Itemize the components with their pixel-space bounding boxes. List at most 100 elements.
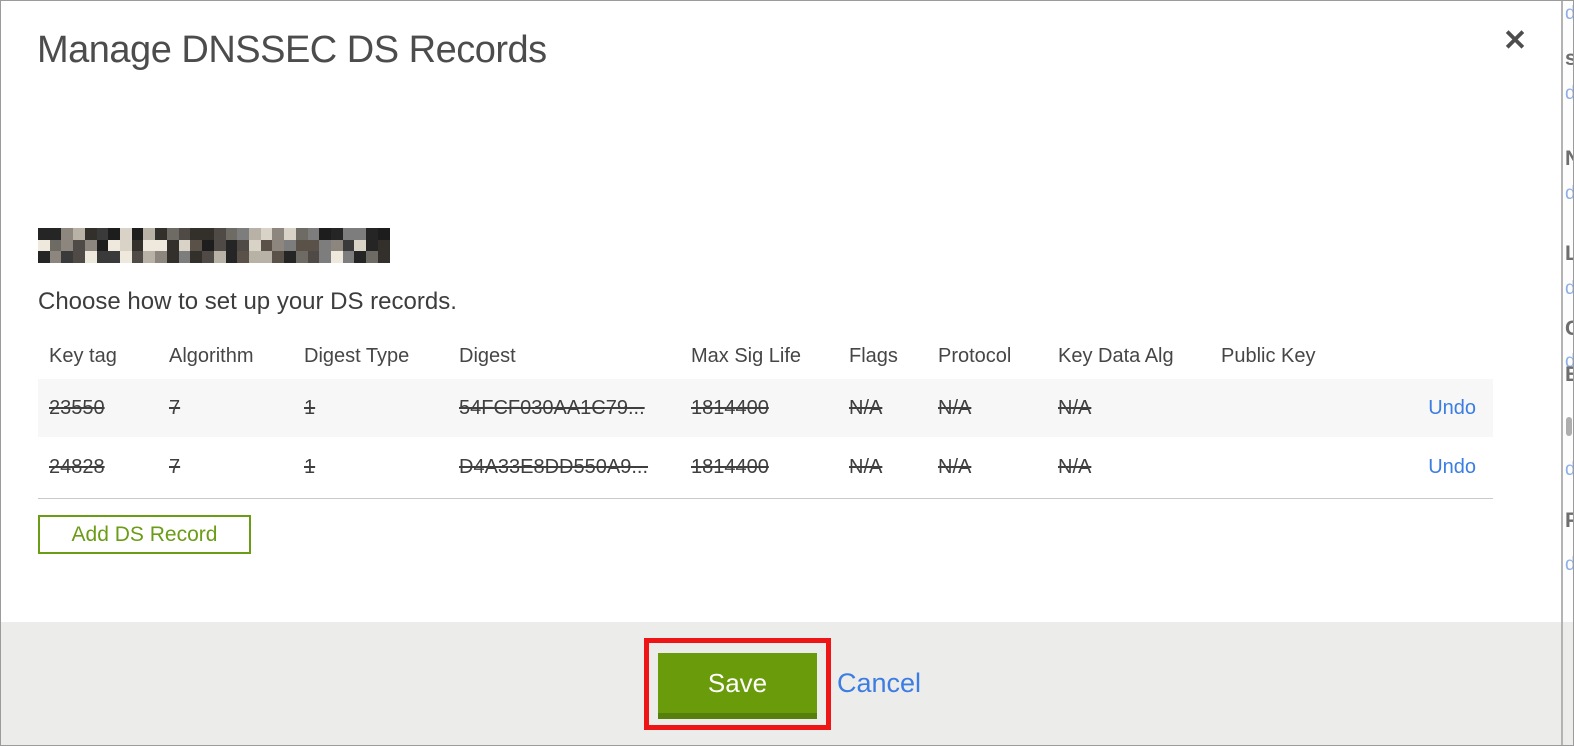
redaction-pixel: [155, 228, 167, 240]
redaction-pixel: [190, 251, 203, 263]
redaction-pixel: [38, 239, 50, 252]
redaction-pixel: [307, 228, 320, 240]
redaction-pixel: [38, 251, 50, 263]
redaction-pixel: [96, 239, 109, 252]
cell-key-data-alg: N/A: [1058, 396, 1092, 419]
redaction-pixel: [73, 251, 85, 263]
redaction-pixel: [354, 239, 367, 252]
redaction-pixel: [330, 239, 343, 252]
background-text-fragment: P: [1565, 509, 1573, 533]
redaction-pixel: [61, 228, 74, 240]
cell-flags: N/A: [849, 456, 883, 478]
dnssec-modal: Manage DNSSEC DS Records ✕ Choose how to…: [0, 0, 1574, 746]
background-text-fragment: d: [1565, 459, 1573, 481]
redaction-pixel: [342, 228, 355, 240]
redaction-pixel: [260, 228, 273, 240]
redaction-pixel: [120, 239, 132, 252]
redaction-pixel: [120, 251, 132, 263]
redaction-pixel: [178, 239, 191, 252]
redaction-pixel: [260, 251, 273, 263]
redaction-pixel: [49, 239, 62, 252]
background-text-fragment: d: [1565, 3, 1573, 25]
undo-link[interactable]: Undo: [1428, 456, 1476, 478]
background-text-fragment: d: [1565, 554, 1573, 576]
redaction-pixel: [295, 251, 308, 263]
cell-max-sig-life: 1814400: [691, 396, 769, 419]
background-text-fragment: d: [1565, 183, 1573, 205]
redaction-pixel: [260, 239, 273, 252]
redaction-pixel: [131, 228, 144, 240]
redaction-pixel: [342, 251, 355, 263]
table-header-row: Key tag Algorithm Digest Type Digest Max…: [38, 333, 1493, 379]
background-text-fragment: d: [1565, 278, 1573, 300]
redaction-pixel: [272, 239, 285, 252]
cell-max-sig-life: 1814400: [691, 456, 769, 478]
redaction-pixel: [108, 239, 121, 252]
redaction-pixel: [178, 228, 191, 240]
redaction-pixel: [190, 239, 203, 252]
cell-digest: 54FCF030AA1C79...: [459, 396, 645, 419]
redaction-pixel: [166, 251, 179, 263]
background-text-fragment: C: [1565, 317, 1573, 341]
cell-protocol: N/A: [938, 456, 972, 478]
redaction-pixel: [143, 251, 156, 263]
redaction-pixel: [61, 251, 74, 263]
redaction-pixel: [213, 251, 226, 263]
cell-digest-type: 1: [304, 456, 316, 478]
redaction-pixel: [202, 228, 214, 240]
redaction-pixel: [237, 251, 249, 263]
redaction-pixel: [96, 228, 109, 240]
cancel-link[interactable]: Cancel: [837, 668, 921, 699]
redaction-pixel: [61, 239, 74, 252]
redaction-pixel: [272, 228, 285, 240]
col-header-digest-type: Digest Type: [304, 344, 410, 367]
redaction-pixel: [284, 228, 296, 240]
cell-algorithm: 7: [169, 456, 181, 478]
redaction-pixel: [330, 251, 343, 263]
redaction-pixel: [377, 228, 390, 240]
redaction-pixel: [73, 228, 85, 240]
redaction-pixel: [38, 228, 50, 240]
redaction-pixel: [84, 239, 97, 252]
redaction-pixel: [225, 239, 238, 252]
background-page-sliver: dsdNdLdCdEdPd: [1563, 1, 1573, 622]
redaction-pixel: [248, 239, 261, 252]
redaction-pixel: [354, 251, 367, 263]
redaction-pixel: [377, 239, 390, 252]
cell-key-tag: 23550: [49, 396, 105, 419]
redaction-pixel: [108, 228, 121, 240]
cell-protocol: N/A: [938, 396, 972, 419]
redaction-pixel: [73, 239, 85, 252]
redaction-pixel: [84, 228, 97, 240]
table-row: 23550 7 1 54FCF030AA1C79... 1814400 N/A …: [38, 379, 1493, 437]
redaction-pixel: [330, 228, 343, 240]
redaction-pixel: [155, 239, 167, 252]
save-button[interactable]: Save: [658, 653, 817, 719]
redaction-pixel: [143, 228, 156, 240]
redaction-pixel: [307, 251, 320, 263]
cell-key-data-alg: N/A: [1058, 456, 1092, 478]
background-text-fragment: d: [1565, 83, 1573, 105]
col-header-protocol: Protocol: [938, 344, 1012, 367]
redaction-pixel: [96, 251, 109, 263]
scrollbar-thumb[interactable]: [1566, 417, 1572, 436]
undo-link[interactable]: Undo: [1428, 397, 1476, 419]
page-title: Manage DNSSEC DS Records: [37, 29, 547, 71]
redaction-pixel: [84, 251, 97, 263]
redaction-pixel: [237, 239, 249, 252]
close-icon[interactable]: ✕: [1497, 23, 1533, 59]
redaction-pixel: [190, 228, 203, 240]
redaction-pixel: [120, 228, 132, 240]
redaction-pixel: [202, 251, 214, 263]
cell-flags: N/A: [849, 396, 883, 419]
redaction-pixel: [377, 251, 390, 263]
cell-algorithm: 7: [169, 396, 181, 419]
redaction-pixel: [272, 251, 285, 263]
redaction-pixel: [248, 251, 261, 263]
background-text-fragment: s: [1565, 47, 1573, 71]
add-ds-record-button[interactable]: Add DS Record: [38, 515, 251, 554]
redaction-pixel: [49, 228, 62, 240]
col-header-algorithm: Algorithm: [169, 344, 254, 367]
redaction-pixel: [295, 239, 308, 252]
redaction-pixel: [166, 239, 179, 252]
